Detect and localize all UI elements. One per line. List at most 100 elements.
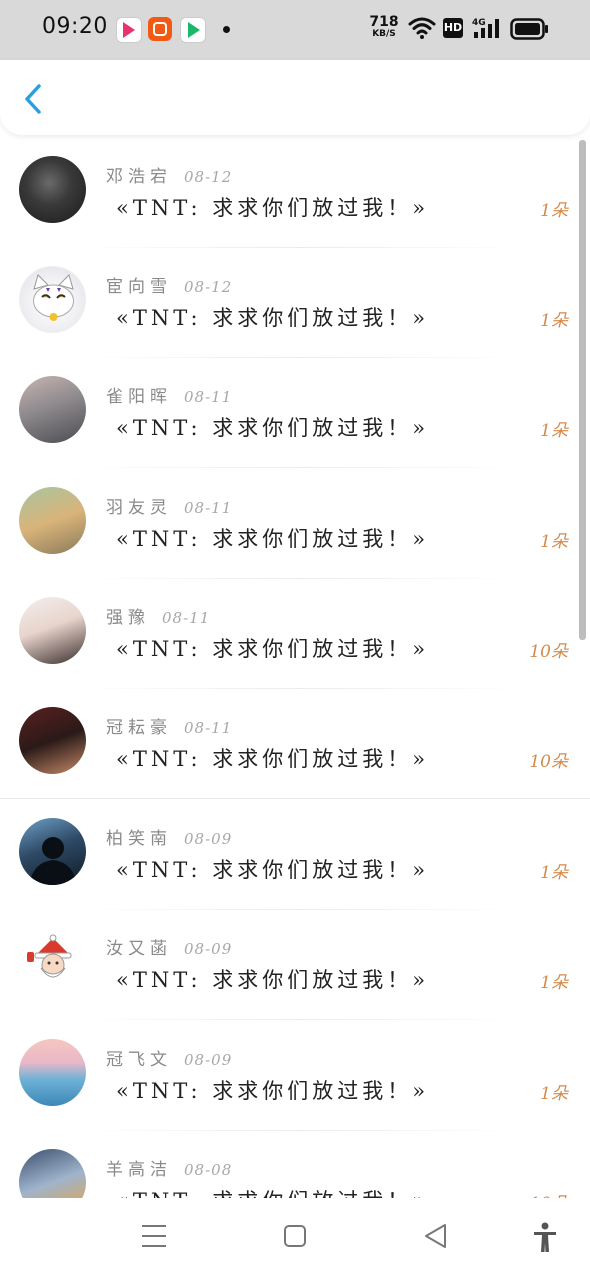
hd-voice-icon: HD <box>443 18 463 38</box>
send-date: 08-11 <box>162 609 211 627</box>
flower-count: 1朵 <box>540 973 568 993</box>
cat-avatar-icon <box>33 274 74 321</box>
network-speed: 718 KB/S <box>368 14 400 40</box>
list-item[interactable]: 邓浩宕 08-12 «TNT: 求求你们放过我！» 1朵 <box>0 138 590 248</box>
divider <box>80 1019 520 1020</box>
sender-name-row: 邓浩宕 08-12 <box>106 162 232 187</box>
gift-message: «TNT: 求求你们放过我！» <box>116 527 430 551</box>
sender-name: 汝又菡 <box>106 939 172 959</box>
network-speed-value: 718 <box>369 14 399 30</box>
flower-count: 1朵 <box>540 421 568 441</box>
gift-message: «TNT: 求求你们放过我！» <box>116 306 430 330</box>
list-item[interactable]: 柏笑南 08-09 «TNT: 求求你们放过我！» 1朵 <box>0 800 590 910</box>
send-date: 08-12 <box>184 278 233 296</box>
sender-name-row: 宦向雪 08-12 <box>106 272 232 297</box>
sender-name-row: 汝又菡 08-09 <box>106 934 232 959</box>
gift-message: «TNT: 求求你们放过我！» <box>116 1079 430 1103</box>
scrollbar[interactable] <box>579 140 586 640</box>
status-bar: 09:20 718 KB/S HD 4G <box>0 0 590 60</box>
network-type-label: 4G <box>472 18 486 28</box>
avatar[interactable] <box>19 156 86 223</box>
gift-message: «TNT: 求求你们放过我！» <box>116 416 430 440</box>
sender-name-row: 羽友灵 08-11 <box>106 493 232 518</box>
list-item[interactable]: 羽友灵 08-11 «TNT: 求求你们放过我！» 1朵 <box>0 469 590 579</box>
send-date: 08-11 <box>184 719 233 737</box>
flower-count: 1朵 <box>540 1084 568 1104</box>
sender-name: 柏笑南 <box>106 829 172 849</box>
sender-name-row: 强豫 08-11 <box>106 603 210 628</box>
avatar[interactable] <box>19 597 86 664</box>
list-item[interactable]: 强豫 08-11 «TNT: 求求你们放过我！» 10朵 <box>0 579 590 689</box>
accessibility-icon[interactable] <box>532 1222 558 1254</box>
avatar[interactable] <box>19 707 86 774</box>
send-date: 08-08 <box>184 1161 233 1179</box>
avatar[interactable] <box>19 1039 86 1106</box>
wifi-icon <box>408 17 436 39</box>
list-item[interactable]: 汝又菡 08-09 «TNT: 求求你们放过我！» 1朵 <box>0 910 590 1020</box>
santa-avatar-icon <box>27 934 72 978</box>
sender-name-row: 羊高洁 08-08 <box>106 1155 232 1180</box>
flower-count: 1朵 <box>540 532 568 552</box>
back-triangle-icon[interactable] <box>423 1222 449 1250</box>
flower-count: 10朵 <box>529 752 568 772</box>
avatar[interactable] <box>19 818 86 885</box>
sender-name: 羽友灵 <box>106 498 172 518</box>
home-square-icon[interactable] <box>283 1222 307 1250</box>
app-header <box>0 60 590 135</box>
sender-name: 羊高洁 <box>106 1160 172 1180</box>
sender-name-row: 雀阳晖 08-11 <box>106 382 232 407</box>
sender-name: 强豫 <box>106 608 150 628</box>
cellular-signal-icon: 4G <box>472 18 499 38</box>
gift-message: «TNT: 求求你们放过我！» <box>116 747 430 771</box>
chevron-left-icon <box>25 84 41 114</box>
gift-message: «TNT: 求求你们放过我！» <box>116 858 430 882</box>
sender-name-row: 冠耘豪 08-11 <box>106 713 232 738</box>
flower-count: 1朵 <box>540 311 568 331</box>
list-item[interactable]: 雀阳晖 08-11 «TNT: 求求你们放过我！» 1朵 <box>0 358 590 468</box>
flower-count: 10朵 <box>529 642 568 662</box>
more-notifications-dot <box>223 26 230 33</box>
list-item[interactable]: 冠耘豪 08-11 «TNT: 求求你们放过我！» 10朵 <box>0 689 590 799</box>
gift-record-list[interactable]: 邓浩宕 08-12 «TNT: 求求你们放过我！» 1朵 宦向雪 08-12 «TN… <box>0 138 590 1198</box>
avatar[interactable] <box>19 1149 86 1198</box>
avatar[interactable] <box>19 487 86 554</box>
flower-count: 1朵 <box>540 863 568 883</box>
gift-message: «TNT: 求求你们放过我！» <box>116 196 430 220</box>
flower-count: 10朵 <box>529 1189 568 1198</box>
list-item[interactable]: 羊高洁 08-08 «TNT: 求求你们放过我！» 10朵 <box>0 1131 590 1198</box>
avatar[interactable] <box>19 376 86 443</box>
list-item[interactable]: 冠飞文 08-09 «TNT: 求求你们放过我！» 1朵 <box>0 1021 590 1131</box>
back-button[interactable] <box>18 82 48 116</box>
flower-count: 1朵 <box>540 201 568 221</box>
battery-icon <box>510 18 548 40</box>
sender-name: 冠飞文 <box>106 1050 172 1070</box>
sender-name: 冠耘豪 <box>106 718 172 738</box>
send-date: 08-09 <box>184 940 233 958</box>
send-date: 08-09 <box>184 830 233 848</box>
send-date: 08-11 <box>184 388 233 406</box>
system-nav-bar <box>0 1198 590 1280</box>
divider <box>0 798 590 799</box>
sender-name: 宦向雪 <box>106 277 172 297</box>
gift-message: «TNT: 求求你们放过我！» <box>116 1185 429 1198</box>
sender-name: 邓浩宕 <box>106 167 172 187</box>
send-date: 08-12 <box>184 168 233 186</box>
divider <box>80 467 520 468</box>
gift-message: «TNT: 求求你们放过我！» <box>116 637 430 661</box>
list-item[interactable]: 宦向雪 08-12 «TNT: 求求你们放过我！» 1朵 <box>0 248 590 358</box>
media-app-notification-icon <box>180 17 206 43</box>
network-speed-unit: KB/S <box>372 29 396 39</box>
video-app-notification-icon <box>116 17 142 43</box>
send-date: 08-09 <box>184 1051 233 1069</box>
silhouette-avatar-icon <box>29 837 77 885</box>
shopping-app-notification-icon <box>148 17 172 41</box>
gift-message: «TNT: 求求你们放过我！» <box>116 968 430 992</box>
sender-name-row: 柏笑南 08-09 <box>106 824 232 849</box>
menu-icon[interactable] <box>141 1222 167 1250</box>
avatar[interactable] <box>19 928 86 995</box>
status-time: 09:20 <box>42 14 108 39</box>
avatar[interactable] <box>19 266 86 333</box>
sender-name: 雀阳晖 <box>106 387 172 407</box>
send-date: 08-11 <box>184 499 233 517</box>
sender-name-row: 冠飞文 08-09 <box>106 1045 232 1070</box>
